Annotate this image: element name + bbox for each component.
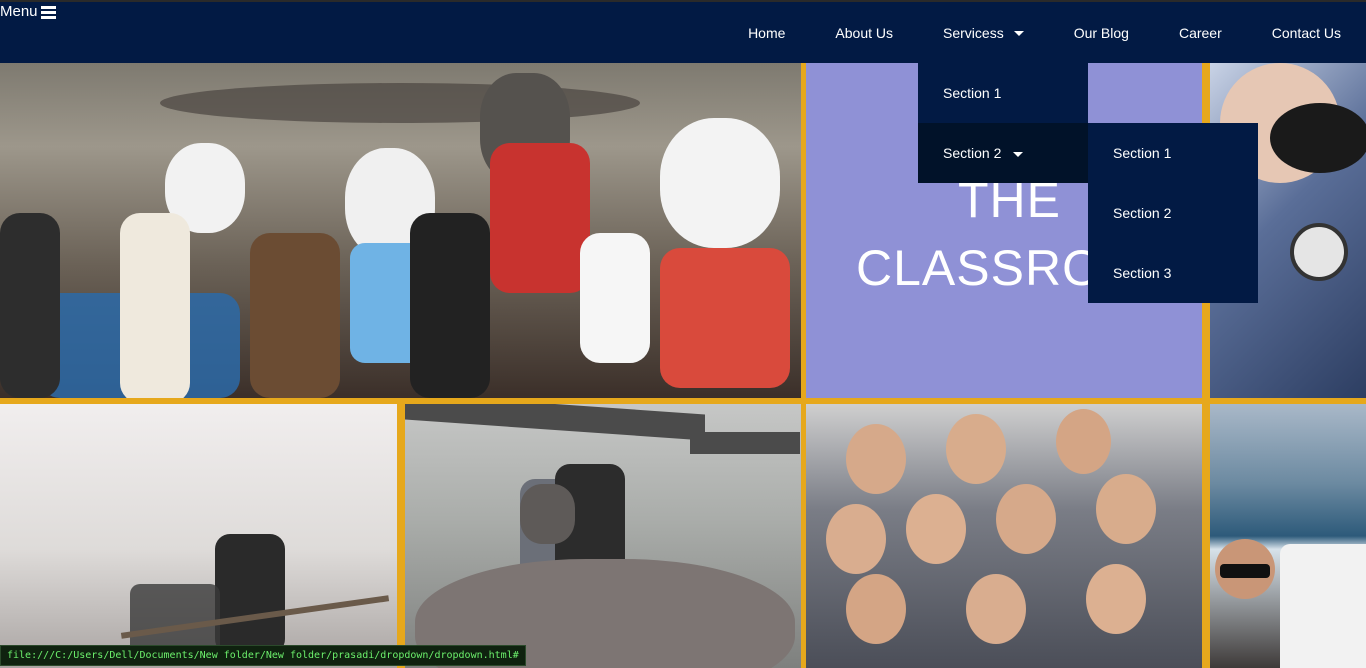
caret-down-icon bbox=[1013, 151, 1024, 157]
status-bar-url: file:///C:/Users/Dell/Documents/New fold… bbox=[0, 645, 526, 666]
section-2-submenu: Section 1 Section 2 Section 3 bbox=[1088, 123, 1258, 303]
top-navbar: Menu Home About Us Servicess Our Blog Ca… bbox=[0, 0, 1366, 63]
photo-boat-trip bbox=[1210, 404, 1366, 668]
submenu-section-2[interactable]: Section 2 bbox=[1088, 183, 1258, 243]
hamburger-icon bbox=[40, 6, 56, 19]
nav-services-label: Servicess bbox=[943, 24, 1004, 41]
nav-home-label: Home bbox=[748, 24, 786, 41]
dropdown-section-1-label: Section 1 bbox=[943, 85, 1002, 101]
menu-toggle[interactable]: Menu bbox=[0, 3, 56, 21]
photo-foggy-bridge bbox=[0, 404, 397, 668]
submenu-section-2-label: Section 2 bbox=[1113, 205, 1172, 221]
nav-services[interactable]: Servicess bbox=[943, 25, 1024, 41]
nav-our-blog[interactable]: Our Blog bbox=[1074, 25, 1129, 41]
submenu-section-3-label: Section 3 bbox=[1113, 265, 1172, 281]
main-nav: Home About Us Servicess Our Blog Career … bbox=[723, 2, 1366, 63]
nav-about-us[interactable]: About Us bbox=[835, 25, 893, 41]
photo-safari-group bbox=[0, 63, 801, 398]
nav-our-blog-label: Our Blog bbox=[1073, 24, 1129, 41]
nav-contact-us[interactable]: Contact Us bbox=[1272, 25, 1341, 41]
nav-home[interactable]: Home bbox=[748, 25, 785, 41]
dropdown-section-2-label: Section 2 bbox=[943, 145, 1002, 161]
submenu-section-1-label: Section 1 bbox=[1113, 145, 1172, 161]
nav-contact-us-label: Contact Us bbox=[1271, 24, 1341, 41]
dropdown-section-2[interactable]: Section 2 bbox=[918, 123, 1088, 183]
photo-students-group bbox=[806, 404, 1202, 668]
nav-career-label: Career bbox=[1178, 24, 1222, 41]
caret-down-icon bbox=[1013, 31, 1024, 36]
submenu-section-1[interactable]: Section 1 bbox=[1088, 123, 1258, 183]
nav-about-us-label: About Us bbox=[835, 24, 894, 41]
dropdown-section-1[interactable]: Section 1 bbox=[918, 63, 1088, 123]
photo-elephant-visit bbox=[405, 404, 801, 668]
submenu-section-3[interactable]: Section 3 bbox=[1088, 243, 1258, 303]
nav-career[interactable]: Career bbox=[1179, 25, 1222, 41]
menu-label: Menu bbox=[0, 3, 38, 20]
services-dropdown: Section 1 Section 2 bbox=[918, 63, 1088, 183]
